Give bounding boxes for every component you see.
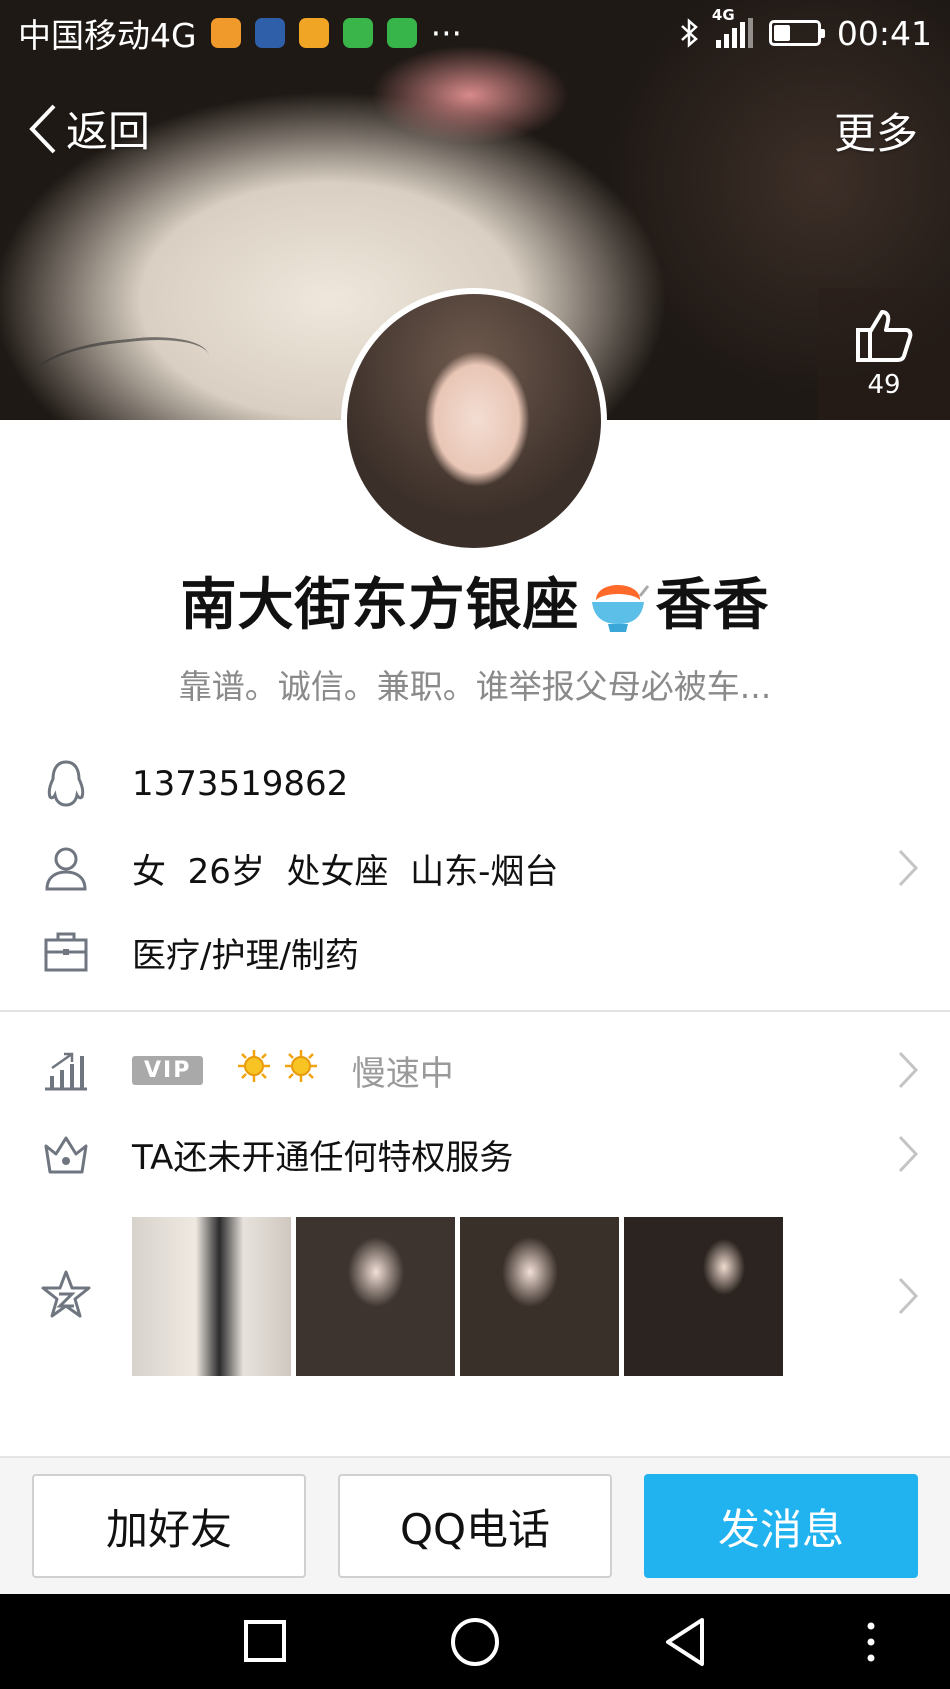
app-notification-icon bbox=[210, 18, 241, 48]
chevron-right-icon bbox=[898, 1277, 919, 1315]
person-icon bbox=[40, 842, 92, 894]
status-bar: 中国移动4G ··· 4G 00:41 bbox=[0, 0, 950, 66]
gender: 女 bbox=[132, 851, 166, 892]
level-info: VIP 慢速中 bbox=[132, 1046, 454, 1095]
profile-signature[interactable]: 靠谱。诚信。兼职。谁举报父母必被车... bbox=[0, 660, 950, 708]
like-count: 49 bbox=[867, 370, 901, 400]
qzone-photo-strip bbox=[132, 1217, 783, 1376]
chevron-right-icon bbox=[898, 1051, 919, 1089]
home-icon[interactable] bbox=[448, 1616, 502, 1668]
qzone-photo-thumbnail[interactable] bbox=[132, 1217, 291, 1376]
qzone-photo-thumbnail[interactable] bbox=[624, 1217, 783, 1376]
sun-level-icon bbox=[283, 1048, 319, 1093]
app-notification-icon bbox=[342, 18, 373, 48]
privilege-row[interactable]: TA还未开通任何特权服务 bbox=[0, 1124, 950, 1184]
send-message-button[interactable]: 发消息 bbox=[644, 1474, 918, 1578]
avatar[interactable] bbox=[341, 288, 607, 554]
occupation: 医疗/护理/制药 bbox=[132, 935, 359, 976]
back-label: 返回 bbox=[66, 107, 151, 156]
system-nav-bar bbox=[0, 1594, 950, 1689]
signal-icon: 4G bbox=[712, 6, 753, 48]
profile-name-prefix: 南大街东方银座 bbox=[180, 573, 580, 638]
action-bar: 加好友 QQ电话 发消息 bbox=[0, 1456, 950, 1594]
avatar-image bbox=[347, 294, 601, 548]
chevron-right-icon bbox=[898, 849, 919, 887]
briefcase-icon bbox=[40, 926, 92, 978]
qzone-photo-thumbnail[interactable] bbox=[460, 1217, 619, 1376]
app-notification-icon bbox=[254, 18, 285, 48]
section-divider bbox=[0, 1010, 950, 1012]
level-row[interactable]: VIP 慢速中 bbox=[0, 1040, 950, 1100]
age: 26岁 bbox=[187, 851, 265, 892]
carrier-label: 中国移动4G bbox=[18, 16, 197, 55]
thumbs-up-icon bbox=[856, 310, 913, 362]
cover-decoration bbox=[27, 330, 213, 413]
basic-info-row[interactable]: 女 26岁 处女座 山东-烟台 bbox=[0, 840, 950, 896]
level-chart-icon bbox=[40, 1044, 92, 1096]
vip-badge: VIP bbox=[132, 1055, 204, 1085]
qzone-photo-thumbnail[interactable] bbox=[296, 1217, 455, 1376]
qq-call-button[interactable]: QQ电话 bbox=[338, 1474, 612, 1578]
chevron-left-icon bbox=[29, 104, 56, 153]
zodiac: 处女座 bbox=[286, 851, 389, 892]
network-type-label: 4G bbox=[711, 6, 735, 24]
occupation-row: 医疗/护理/制药 bbox=[0, 924, 950, 980]
crown-icon bbox=[40, 1128, 92, 1180]
app-notification-icon bbox=[386, 18, 417, 48]
profile-name: 南大街东方银座 香香 bbox=[0, 560, 950, 652]
more-button[interactable]: 更多 bbox=[834, 100, 918, 161]
qzone-star-icon bbox=[40, 1269, 92, 1321]
clock: 00:41 bbox=[836, 13, 932, 53]
like-button[interactable]: 49 bbox=[818, 288, 950, 420]
penguin-icon bbox=[40, 758, 92, 810]
battery-icon bbox=[768, 20, 825, 46]
level-speed-status: 慢速中 bbox=[351, 1053, 454, 1094]
qq-number-row: 1373519862 bbox=[0, 756, 950, 812]
profile-name-suffix: 香香 bbox=[655, 573, 770, 638]
privilege-text: TA还未开通任何特权服务 bbox=[132, 1137, 514, 1178]
add-friend-button[interactable]: 加好友 bbox=[32, 1474, 306, 1578]
more-notifications-icon: ··· bbox=[430, 13, 463, 53]
recent-apps-icon[interactable] bbox=[242, 1616, 288, 1666]
overflow-menu-icon[interactable] bbox=[864, 1616, 878, 1668]
location: 山东-烟台 bbox=[410, 851, 559, 892]
basic-info-text: 女 26岁 处女座 山东-烟台 bbox=[132, 844, 558, 893]
bluetooth-icon bbox=[681, 18, 698, 48]
back-nav-icon[interactable] bbox=[662, 1616, 708, 1668]
back-button[interactable]: 返回 bbox=[26, 98, 150, 159]
chevron-right-icon bbox=[898, 1135, 919, 1173]
shaved-ice-emoji-icon bbox=[582, 566, 654, 652]
sun-level-icon bbox=[236, 1048, 272, 1093]
qq-number: 1373519862 bbox=[132, 764, 349, 804]
app-notification-icon bbox=[298, 18, 329, 48]
